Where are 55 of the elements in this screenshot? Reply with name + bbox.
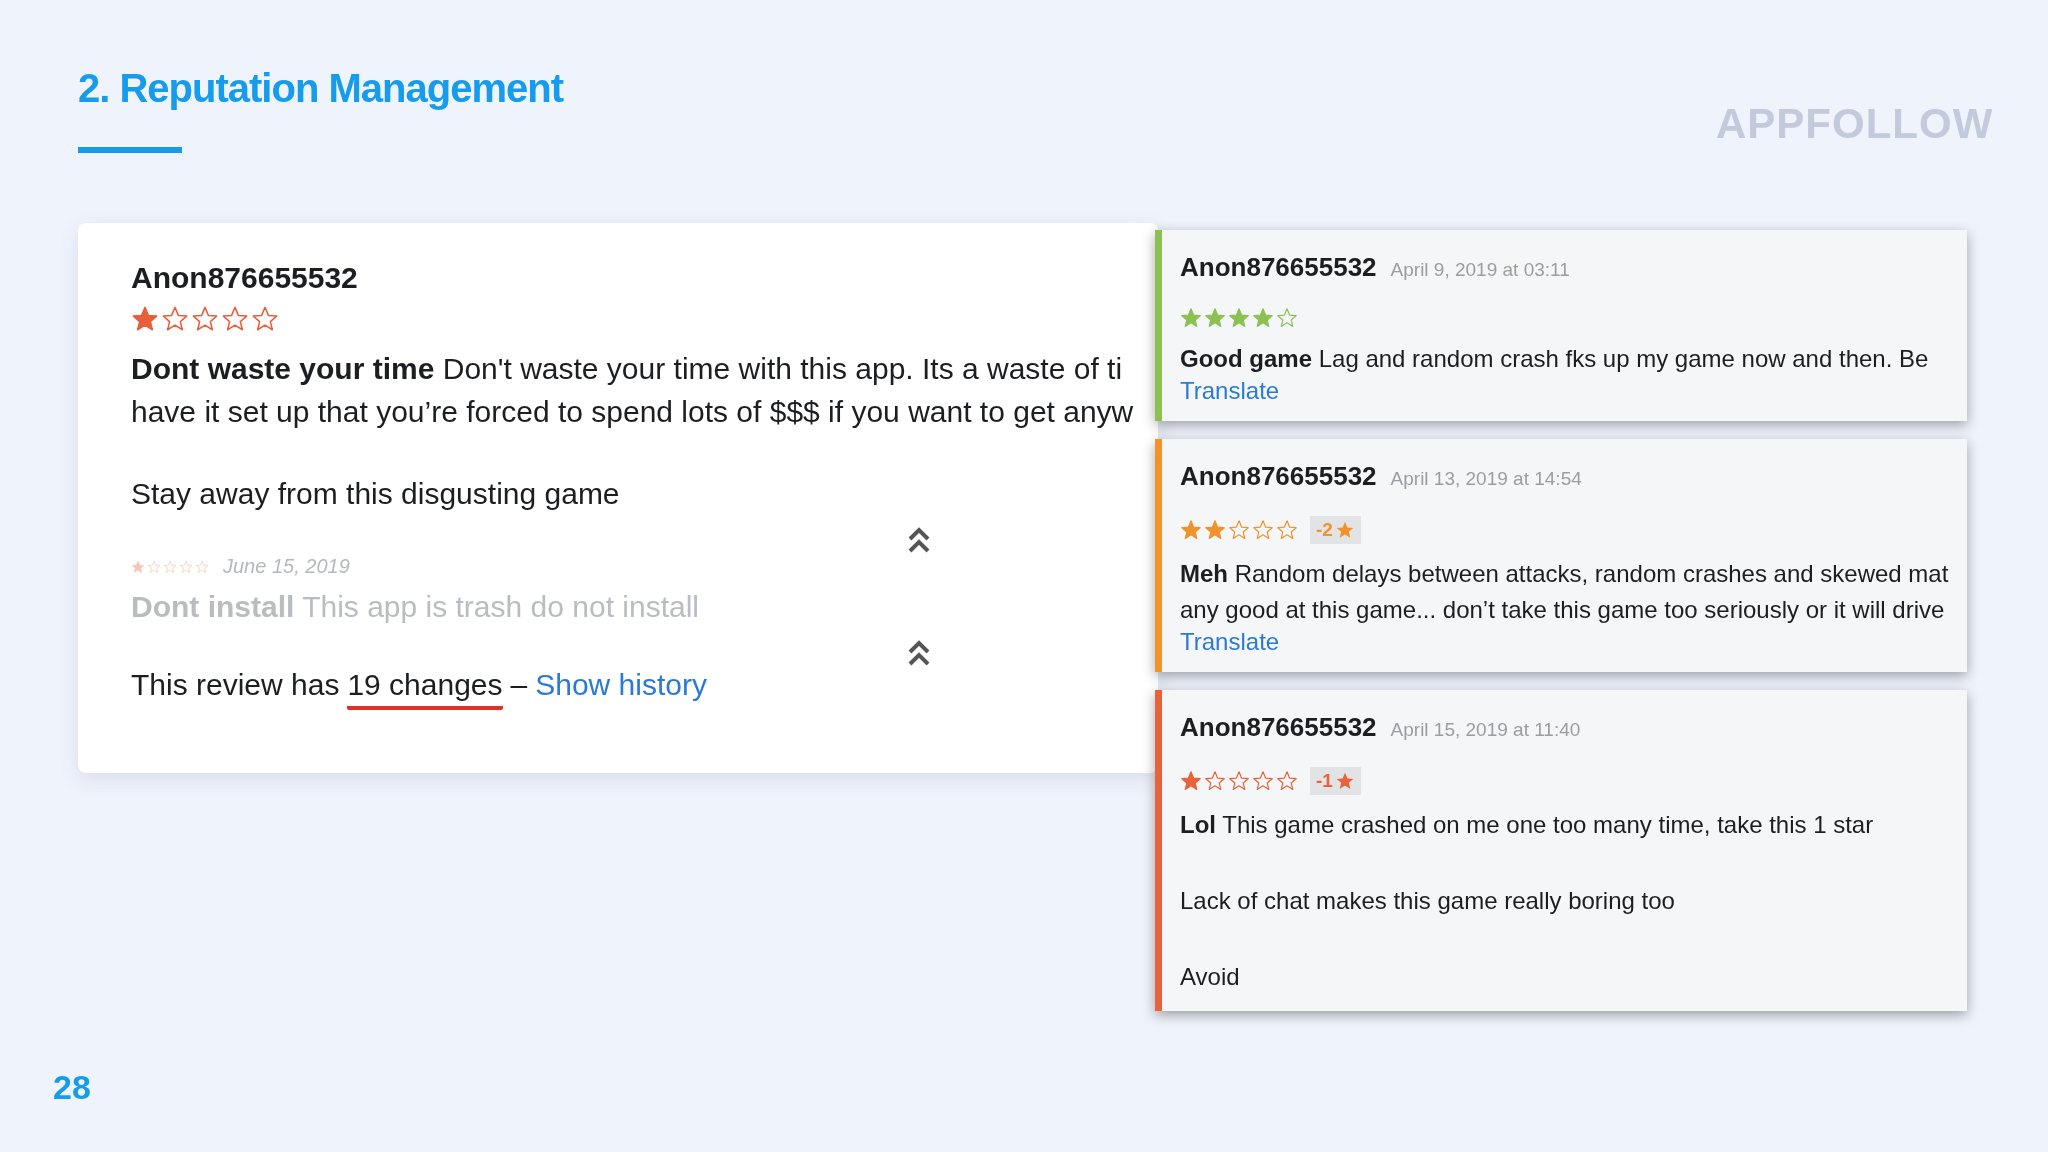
review-text: any good at this game... don’t take this game too seriously or it will drive xyxy=(1180,595,1945,625)
previous-review-text: Dont install This app is trash do not install xyxy=(131,590,699,624)
star-icon xyxy=(1252,519,1274,541)
star-icon xyxy=(1228,307,1250,329)
star-icon xyxy=(1180,519,1202,541)
star-icon xyxy=(1228,519,1250,541)
star-icon xyxy=(147,559,161,574)
star-icon xyxy=(1180,307,1202,329)
star-icon xyxy=(131,559,145,574)
star-icon xyxy=(1252,307,1274,329)
show-history-link[interactable]: Show history xyxy=(535,668,707,710)
star-icon xyxy=(1276,307,1298,329)
star-icon xyxy=(1252,770,1274,792)
page-number: 28 xyxy=(53,1068,91,1107)
review-date: April 9, 2019 at 03:11 xyxy=(1390,259,1570,281)
star-icon xyxy=(179,559,193,574)
review-author: Anon876655532 xyxy=(1180,461,1377,492)
star-icon xyxy=(1276,770,1298,792)
double-chevron-up-icon[interactable] xyxy=(906,638,932,668)
star-icon xyxy=(1204,770,1226,792)
double-chevron-up-icon[interactable] xyxy=(906,525,932,555)
changes-count: 19 changes xyxy=(347,668,503,710)
star-icon xyxy=(1204,307,1226,329)
rating-change-badge: -1 xyxy=(1310,767,1361,795)
star-icon xyxy=(221,305,249,333)
review-author: Anon876655532 xyxy=(1180,252,1377,283)
review-date: June 15, 2019 xyxy=(223,555,350,578)
review-text-line: have it set up that you’re forced to spend lots of $$$ if you want to get anyw xyxy=(131,394,1134,430)
review-author: Anon876655532 xyxy=(1180,712,1377,743)
review-text: Good game Lag and random crash fks up my game now and then. Be xyxy=(1180,344,1929,374)
star-icon xyxy=(1228,770,1250,792)
review-text: Stay away from this disgusting game xyxy=(131,477,620,511)
translate-link[interactable]: Translate xyxy=(1180,377,1280,405)
review-text: Avoid xyxy=(1180,962,1240,992)
review-date: April 13, 2019 at 14:54 xyxy=(1390,468,1582,490)
review-author: Anon876655532 xyxy=(131,261,358,295)
translate-link[interactable]: Translate xyxy=(1180,628,1280,656)
star-icon xyxy=(1204,519,1226,541)
review-date: April 15, 2019 at 11:40 xyxy=(1390,719,1581,741)
rating-change-badge: -2 xyxy=(1310,516,1361,544)
star-icon xyxy=(131,305,159,333)
slide-title: 2. Reputation Management xyxy=(78,66,563,111)
review-text-line: Dont waste your time Don't waste your time with this app. Its a waste of ti xyxy=(131,351,1123,387)
review-text: Lack of chat makes this game really boring too xyxy=(1180,886,1675,916)
review-text: Lol This game crashed on me one too many time, take this 1 star xyxy=(1180,810,1874,840)
star-icon xyxy=(163,559,177,574)
star-icon xyxy=(1180,770,1202,792)
star-icon xyxy=(191,305,219,333)
changes-label: This review has xyxy=(131,668,340,703)
review-text: Meh Random delays between attacks, random crashes and skewed mat xyxy=(1180,559,1949,589)
star-icon xyxy=(195,559,209,574)
star-icon xyxy=(1276,519,1298,541)
separator: – xyxy=(510,668,528,703)
star-icon xyxy=(251,305,279,333)
star-icon xyxy=(161,305,189,333)
